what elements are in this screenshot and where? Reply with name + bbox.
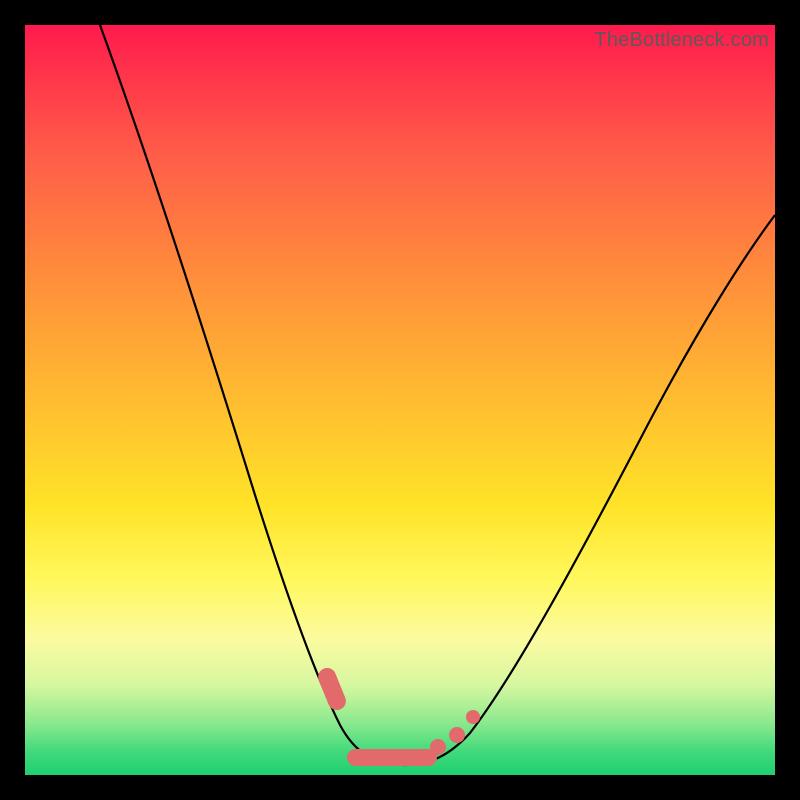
plot-area: TheBottleneck.com (25, 25, 775, 775)
valley-bump-floor-end (430, 739, 446, 755)
bottleneck-curve (100, 25, 775, 765)
valley-bump-right-low (449, 727, 465, 743)
chart-frame: TheBottleneck.com (0, 0, 800, 800)
valley-bump-floor (347, 749, 437, 766)
valley-bump-left (315, 665, 348, 713)
curve-layer (25, 25, 775, 775)
valley-bump-right-high (466, 710, 480, 724)
